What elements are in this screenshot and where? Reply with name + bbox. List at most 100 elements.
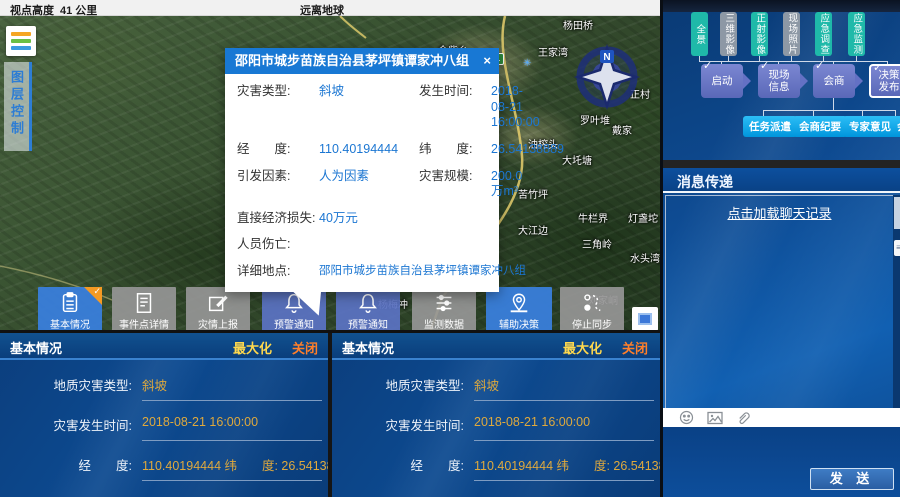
action-consult[interactable]: 会商 bbox=[891, 116, 900, 137]
popup-body: 灾害类型: 斜坡 发生时间: 2018-08-21 16:00:00 经 度: … bbox=[225, 74, 499, 292]
field-underline bbox=[142, 400, 322, 401]
stage-emergency-survey[interactable]: 应急调查 bbox=[815, 12, 832, 56]
step-label: 启动 bbox=[712, 75, 733, 87]
chat-toolbar bbox=[663, 408, 900, 427]
map-place-label: 苦竹坪 bbox=[518, 186, 548, 201]
maximize-button[interactable]: 最大化 bbox=[563, 338, 602, 357]
message-title: 消息传递 bbox=[677, 172, 733, 192]
action-task-dispatch[interactable]: 任务派遣 bbox=[743, 116, 797, 137]
basic-info-panel-right: 基本情况 最大化 关闭 地质灾害类型: 斜坡 灾害发生时间: 2018-08-2… bbox=[332, 333, 660, 497]
clipboard-icon bbox=[57, 291, 83, 315]
app-root: 视点高度 41 公里 远离地球 杨田桥 金紫乡 王家湾 正村 罗叶堆 戴家 油榨… bbox=[0, 0, 900, 497]
panel-collapse-handle[interactable]: ≡ bbox=[894, 240, 900, 256]
toolbar-label: 预警通知 bbox=[348, 316, 388, 331]
field-underline bbox=[474, 400, 654, 401]
map-place-label: 戴家 bbox=[612, 122, 632, 137]
map-place-label: 大江边 bbox=[518, 222, 548, 237]
field-value: 40万元 bbox=[319, 211, 419, 227]
toolbar-button-monitor-data[interactable]: 监测数据 bbox=[412, 287, 476, 331]
toolbar-label: 辅助决策 bbox=[499, 316, 539, 331]
field-value: 人为因素 bbox=[319, 169, 419, 200]
fit-view-button[interactable] bbox=[632, 307, 658, 331]
stage-panorama[interactable]: 全景 bbox=[691, 12, 708, 56]
layer-control-button[interactable]: 图层控制 bbox=[4, 62, 32, 151]
toolbar-button-basic-info[interactable]: 基本情况 ✓ bbox=[38, 287, 102, 331]
sliders-icon bbox=[431, 291, 457, 315]
stage-emergency-monitor[interactable]: 应急监测 bbox=[848, 12, 865, 56]
document-icon bbox=[131, 291, 157, 315]
step-label: 现场信息 bbox=[766, 69, 792, 93]
toolbar-label: 灾情上报 bbox=[198, 316, 238, 331]
hamburger-bar bbox=[11, 32, 31, 36]
action-expert-opinion[interactable]: 专家意见 bbox=[843, 116, 897, 137]
message-section-header: 消息传递 bbox=[663, 168, 900, 193]
chat-scrollbar[interactable] bbox=[893, 195, 900, 408]
check-icon: ✓ bbox=[703, 60, 712, 73]
stage-3d-imagery[interactable]: 三维影像 bbox=[720, 12, 737, 56]
panel-divider bbox=[328, 333, 332, 497]
stage-label: 应急调查 bbox=[819, 13, 829, 55]
toolbar-label: 事件点详情 bbox=[119, 316, 169, 331]
stage-site-photos[interactable]: 现场照片 bbox=[783, 12, 800, 56]
field-value: 斜坡 bbox=[474, 375, 499, 394]
field-label: 灾害规模: bbox=[419, 169, 491, 200]
action-meeting-minutes[interactable]: 会商纪要 bbox=[793, 116, 847, 137]
stage-ortho-imagery[interactable]: 正射影像 bbox=[751, 12, 768, 56]
check-icon: ✓ bbox=[873, 62, 882, 75]
field-label: 发生时间: bbox=[419, 84, 491, 131]
toolbar-label: 基本情况 bbox=[50, 316, 90, 331]
send-button[interactable]: 发 送 bbox=[810, 468, 894, 490]
field-value: 26.54138889 bbox=[491, 142, 564, 158]
field-label: 纬 度: bbox=[419, 142, 491, 158]
map-place-label: 水头湾 bbox=[630, 250, 660, 265]
chat-scrollbar-thumb[interactable] bbox=[894, 197, 900, 229]
close-button[interactable]: 关闭 bbox=[622, 338, 648, 357]
disaster-info-popup: 邵阳市城步苗族自治县茅坪镇谭家冲八组 × 灾害类型: 斜坡 发生时间: 2018… bbox=[225, 48, 499, 292]
step-start[interactable]: ✓ 启动 bbox=[701, 64, 743, 98]
fit-view-icon bbox=[638, 313, 652, 325]
map-status-bar: 视点高度 41 公里 远离地球 bbox=[0, 0, 660, 16]
stage-label: 全景 bbox=[695, 24, 705, 45]
toolbar-button-warning-notice-2[interactable]: 预警通知 bbox=[336, 287, 400, 331]
action-label: 会商纪要 bbox=[799, 119, 841, 134]
chat-history-area[interactable]: 点击加载聊天记录 bbox=[665, 195, 893, 408]
toolbar-button-stop-sync[interactable]: 停止同步 bbox=[560, 287, 624, 331]
message-input[interactable]: 发 送 bbox=[663, 427, 900, 497]
toolbar-button-report[interactable]: 灾情上报 bbox=[186, 287, 250, 331]
compass-icon[interactable]: N bbox=[572, 40, 642, 110]
hamburger-bar bbox=[11, 46, 31, 50]
workflow-message-panel: 全景 三维影像 正射影像 现场照片 应急调查 应急监测 ✓ 启动 ✓ 现场信息 … bbox=[660, 0, 900, 497]
field-label: 灾害类型: bbox=[237, 84, 319, 131]
close-icon[interactable]: × bbox=[483, 48, 491, 74]
step-site-info[interactable]: ✓ 现场信息 bbox=[758, 64, 800, 98]
emoji-icon[interactable] bbox=[679, 410, 694, 425]
field-label: 引发因素: bbox=[237, 169, 319, 200]
panel-header: 基本情况 最大化 关闭 bbox=[332, 333, 660, 360]
step-decision-release[interactable]: ✓ 决策发布 bbox=[869, 64, 900, 98]
field-value: 2018-08-21 16:00:00 bbox=[491, 84, 540, 131]
close-button[interactable]: 关闭 bbox=[292, 338, 318, 357]
toolbar-button-decision-support[interactable]: 辅助决策 bbox=[486, 287, 552, 331]
stage-label: 正射影像 bbox=[755, 13, 765, 55]
toolbar-button-event-detail[interactable]: 事件点详情 bbox=[112, 287, 176, 331]
bell-icon bbox=[355, 291, 381, 315]
toolbar-label: 监测数据 bbox=[424, 316, 464, 331]
maximize-button[interactable]: 最大化 bbox=[233, 338, 272, 357]
menu-toggle-button[interactable] bbox=[6, 26, 36, 56]
field-label: 详细地点: bbox=[237, 264, 319, 280]
route-icon bbox=[579, 291, 605, 315]
check-icon: ✓ bbox=[815, 60, 824, 73]
stage-label: 应急监测 bbox=[852, 13, 862, 55]
step-consultation[interactable]: ✓ 会商 bbox=[813, 64, 855, 98]
paperclip-icon[interactable] bbox=[736, 410, 751, 425]
map-place-label: 杨田桥 bbox=[563, 17, 593, 32]
image-icon[interactable] bbox=[707, 411, 723, 425]
field-label: 经 度: bbox=[237, 142, 319, 158]
field-value: 110.40194444 纬 度: 26.54138889 bbox=[474, 455, 660, 474]
layer-control-label: 图层控制 bbox=[7, 70, 26, 138]
map-place-label: 灯盏坨 bbox=[628, 210, 658, 225]
load-chat-history-link[interactable]: 点击加载聊天记录 bbox=[666, 203, 893, 222]
field-underline bbox=[474, 440, 654, 441]
field-label: 直接经济损失: bbox=[237, 211, 319, 227]
field-value: 200.0万m³ bbox=[491, 169, 522, 200]
